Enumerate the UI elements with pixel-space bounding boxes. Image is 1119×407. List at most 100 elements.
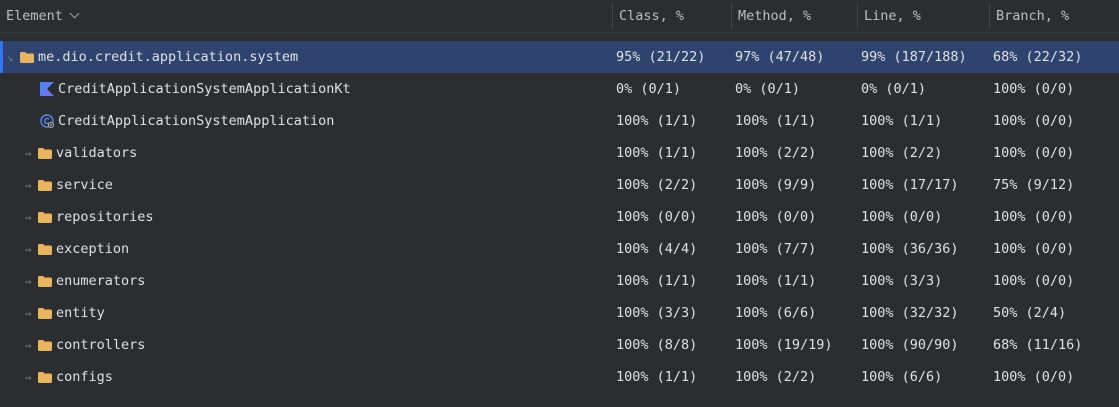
folder-icon	[38, 307, 52, 319]
chevron-down-icon[interactable]	[69, 8, 80, 19]
table-header: Element Class, % Method, % Line, % Branc…	[0, 0, 1119, 33]
element-cell: CreditApplicationSystemApplicationKt	[40, 73, 351, 105]
column-header-branch[interactable]: Branch, %	[996, 0, 1069, 32]
folder-icon	[38, 147, 52, 159]
table-row[interactable]: → exception 100% (4/4) 100% (7/7) 100% (…	[0, 233, 1119, 265]
line-coverage: 100% (6/6)	[861, 369, 943, 385]
branch-coverage: 100% (0/0)	[993, 209, 1075, 225]
class-coverage: 100% (1/1)	[616, 369, 698, 385]
element-name: me.dio.credit.application.system	[38, 49, 299, 65]
table-row[interactable]: → configs 100% (1/1) 100% (2/2) 100% (6/…	[0, 361, 1119, 393]
table-row[interactable]: CreditApplicationSystemApplication 100% …	[0, 105, 1119, 137]
branch-coverage: 100% (0/0)	[993, 273, 1075, 289]
element-name: entity	[56, 305, 105, 321]
column-divider[interactable]	[612, 4, 613, 28]
table-row[interactable]: → repositories 100% (0/0) 100% (0/0) 100…	[0, 201, 1119, 233]
element-cell: → enumerators	[22, 265, 146, 297]
line-coverage: 99% (187/188)	[861, 49, 967, 65]
branch-coverage: 100% (0/0)	[993, 145, 1075, 161]
method-coverage: 100% (0/0)	[735, 209, 817, 225]
method-coverage: 100% (1/1)	[735, 273, 817, 289]
column-header-class[interactable]: Class, %	[619, 0, 684, 32]
class-coverage: 100% (1/1)	[616, 113, 698, 129]
expand-arrow-icon[interactable]: →	[22, 297, 34, 329]
branch-coverage: 50% (2/4)	[993, 305, 1067, 321]
line-coverage: 100% (17/17)	[861, 177, 959, 193]
folder-icon	[38, 179, 52, 191]
element-cell: → entity	[22, 297, 105, 329]
column-header-element[interactable]: Element	[6, 0, 80, 32]
kotlin-file-icon	[40, 82, 54, 96]
method-coverage: 0% (0/1)	[735, 81, 801, 97]
table-row[interactable]: → service 100% (2/2) 100% (9/9) 100% (17…	[0, 169, 1119, 201]
method-coverage: 100% (9/9)	[735, 177, 817, 193]
element-cell: → service	[22, 169, 113, 201]
folder-icon	[38, 371, 52, 383]
element-cell: → repositories	[22, 201, 154, 233]
method-coverage: 100% (19/19)	[735, 337, 833, 353]
element-cell: → exception	[22, 233, 129, 265]
folder-icon	[38, 275, 52, 287]
line-coverage: 100% (36/36)	[861, 241, 959, 257]
branch-coverage: 100% (0/0)	[993, 113, 1075, 129]
line-coverage: 100% (32/32)	[861, 305, 959, 321]
class-coverage: 100% (4/4)	[616, 241, 698, 257]
element-name: controllers	[56, 337, 146, 353]
method-coverage: 100% (6/6)	[735, 305, 817, 321]
branch-coverage: 68% (22/32)	[993, 49, 1083, 65]
table-row[interactable]: → entity 100% (3/3) 100% (6/6) 100% (32/…	[0, 297, 1119, 329]
table-row[interactable]: → enumerators 100% (1/1) 100% (1/1) 100%…	[0, 265, 1119, 297]
folder-icon	[38, 211, 52, 223]
folder-icon	[38, 339, 52, 351]
expand-arrow-icon[interactable]: →	[22, 265, 34, 297]
element-name: validators	[56, 145, 138, 161]
class-coverage: 95% (21/22)	[616, 49, 706, 65]
class-icon	[40, 114, 54, 128]
table-row[interactable]: → controllers 100% (8/8) 100% (19/19) 10…	[0, 329, 1119, 361]
line-coverage: 100% (0/0)	[861, 209, 943, 225]
element-cell: → configs	[22, 361, 113, 393]
expand-arrow-icon[interactable]: →	[22, 361, 34, 393]
class-coverage: 100% (2/2)	[616, 177, 698, 193]
branch-coverage: 75% (9/12)	[993, 177, 1075, 193]
column-header-method[interactable]: Method, %	[738, 0, 811, 32]
branch-coverage: 100% (0/0)	[993, 81, 1075, 97]
expand-arrow-icon[interactable]: →	[22, 233, 34, 265]
element-name: repositories	[56, 209, 154, 225]
line-coverage: 100% (3/3)	[861, 273, 943, 289]
class-coverage: 100% (8/8)	[616, 337, 698, 353]
expand-arrow-icon[interactable]: →	[22, 169, 34, 201]
element-cell: ↘ me.dio.credit.application.system	[4, 41, 298, 73]
line-coverage: 0% (0/1)	[861, 81, 927, 97]
branch-coverage: 100% (0/0)	[993, 241, 1075, 257]
table-row[interactable]: → validators 100% (1/1) 100% (2/2) 100% …	[0, 137, 1119, 169]
element-name: CreditApplicationSystemApplication	[58, 113, 335, 129]
line-coverage: 100% (2/2)	[861, 145, 943, 161]
expand-arrow-icon[interactable]: ↘	[4, 41, 16, 73]
expand-arrow-icon[interactable]: →	[22, 137, 34, 169]
column-divider[interactable]	[857, 4, 858, 28]
table-row[interactable]: ↘ me.dio.credit.application.system 95% (…	[0, 41, 1119, 73]
class-coverage: 100% (0/0)	[616, 209, 698, 225]
coverage-table: Element Class, % Method, % Line, % Branc…	[0, 0, 1119, 407]
class-coverage: 100% (1/1)	[616, 145, 698, 161]
class-coverage: 0% (0/1)	[616, 81, 682, 97]
table-row[interactable]: CreditApplicationSystemApplicationKt 0% …	[0, 73, 1119, 105]
column-divider[interactable]	[989, 4, 990, 28]
element-name: enumerators	[56, 273, 146, 289]
branch-coverage: 68% (11/16)	[993, 337, 1083, 353]
expand-arrow-icon[interactable]: →	[22, 329, 34, 361]
element-name: service	[56, 177, 113, 193]
element-cell: CreditApplicationSystemApplication	[40, 105, 334, 137]
method-coverage: 100% (7/7)	[735, 241, 817, 257]
column-header-line[interactable]: Line, %	[864, 0, 921, 32]
element-cell: → validators	[22, 137, 138, 169]
method-coverage: 97% (47/48)	[735, 49, 825, 65]
element-name: exception	[56, 241, 130, 257]
method-coverage: 100% (2/2)	[735, 369, 817, 385]
expand-arrow-icon[interactable]: →	[22, 201, 34, 233]
column-divider[interactable]	[731, 4, 732, 28]
element-name: CreditApplicationSystemApplicationKt	[58, 81, 351, 97]
element-cell: → controllers	[22, 329, 146, 361]
line-coverage: 100% (90/90)	[861, 337, 959, 353]
